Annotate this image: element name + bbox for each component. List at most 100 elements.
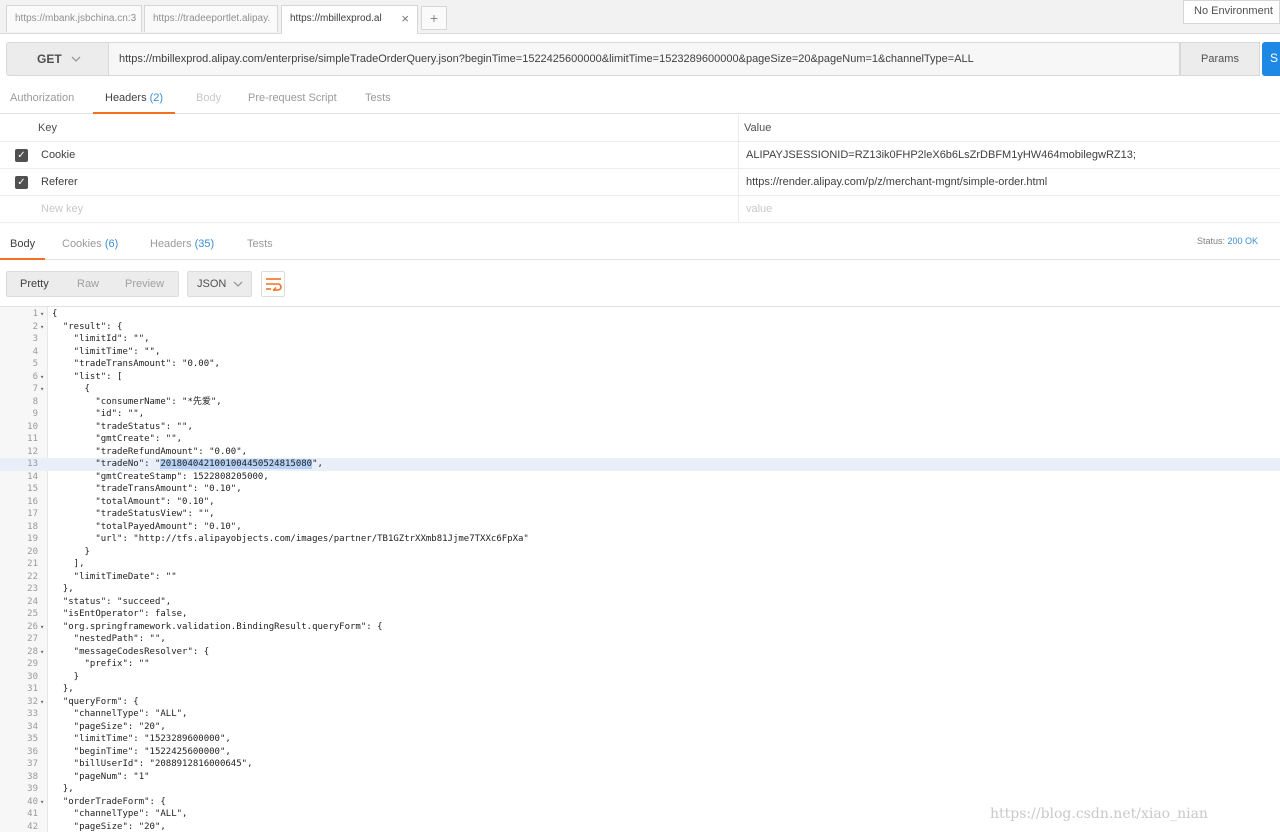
code-text: "org.springframework.validation.BindingR… bbox=[52, 621, 383, 632]
fold-toggle-icon[interactable]: ▾ bbox=[40, 646, 44, 659]
code-text: "nestedPath": "", bbox=[52, 634, 166, 644]
code-text: "prefix": "" bbox=[52, 659, 150, 669]
send-button[interactable]: S bbox=[1262, 42, 1280, 76]
line-number: 22 bbox=[27, 571, 38, 582]
fold-toggle-icon[interactable]: ▾ bbox=[40, 308, 44, 321]
tab-authorization-label: Authorization bbox=[10, 92, 75, 104]
line-number: 9 bbox=[32, 409, 38, 419]
url-input[interactable]: https://mbillexprod.alipay.com/enterpris… bbox=[109, 42, 1180, 76]
tab-pre-request-script-label: Pre-request Script bbox=[248, 92, 337, 104]
code-line: 34 "pageSize": "20", bbox=[0, 721, 1280, 734]
wrap-lines-button[interactable] bbox=[261, 271, 285, 297]
code-text: } bbox=[52, 546, 90, 557]
view-raw-button[interactable]: Raw bbox=[77, 272, 99, 296]
line-number: 37 bbox=[27, 759, 38, 769]
chevron-down-icon bbox=[232, 272, 244, 306]
code-text: "channelType": "ALL", bbox=[52, 709, 188, 719]
fold-toggle-icon[interactable]: ▾ bbox=[40, 621, 44, 634]
tab-cookies[interactable]: Cookies (6) bbox=[62, 232, 118, 260]
line-number: 26 bbox=[27, 621, 38, 632]
fold-toggle-icon[interactable]: ▾ bbox=[40, 383, 44, 396]
tab-response-headers-count: (35) bbox=[194, 238, 215, 250]
fold-toggle-icon[interactable]: ▾ bbox=[40, 796, 44, 809]
code-text: "tradeNo": "2018040421001004450524815080… bbox=[52, 459, 323, 469]
code-text: "tradeTransAmount": "0.10", bbox=[52, 484, 242, 494]
line-number: 30 bbox=[27, 671, 38, 682]
code-text: "consumerName": "*先爱", bbox=[52, 396, 222, 407]
response-tabs: Body Cookies (6) Headers (35) Tests bbox=[0, 232, 1280, 260]
code-text: }, bbox=[52, 784, 74, 794]
line-number: 29 bbox=[27, 659, 38, 669]
environment-select[interactable]: No Environment bbox=[1183, 0, 1280, 24]
code-line: 24 "status": "succeed", bbox=[0, 596, 1280, 609]
status-indicator: Status: 200 OK bbox=[1197, 236, 1258, 246]
code-line: 29 "prefix": "" bbox=[0, 658, 1280, 671]
tab-response-headers[interactable]: Headers (35) bbox=[150, 232, 214, 260]
header-key[interactable]: Cookie bbox=[41, 142, 75, 169]
checkbox-checked-icon[interactable]: ✓ bbox=[15, 176, 28, 189]
request-tab-1[interactable]: https://mbank.jsbchina.cn:3 bbox=[6, 5, 142, 32]
code-text: "pageNum": "1" bbox=[52, 771, 150, 782]
line-number: 35 bbox=[27, 734, 38, 744]
code-line: 5 "tradeTransAmount": "0.00", bbox=[0, 358, 1280, 371]
table-row: ✓ Referer https://render.alipay.com/p/z/… bbox=[0, 169, 1280, 196]
view-pretty-button[interactable]: Pretty bbox=[20, 272, 49, 296]
code-line: 8 "consumerName": "*先爱", bbox=[0, 396, 1280, 409]
line-number: 33 bbox=[27, 709, 38, 719]
line-number: 16 bbox=[27, 496, 38, 507]
code-text: "billUserId": "2088912816000645", bbox=[52, 759, 253, 769]
code-line: 9 "id": "", bbox=[0, 408, 1280, 421]
fold-toggle-icon[interactable]: ▾ bbox=[40, 696, 44, 709]
chevron-down-icon bbox=[70, 43, 82, 89]
code-line: 1 ▾ { bbox=[0, 308, 1280, 321]
status-label: Status: bbox=[1197, 236, 1226, 246]
code-line: 2 ▾ "result": { bbox=[0, 321, 1280, 334]
header-value[interactable]: https://render.alipay.com/p/z/merchant-m… bbox=[746, 169, 1047, 196]
line-number: 41 bbox=[27, 809, 38, 819]
params-button[interactable]: Params bbox=[1180, 42, 1260, 76]
column-divider bbox=[738, 142, 739, 169]
tab-tests[interactable]: Tests bbox=[365, 86, 391, 114]
line-number: 7 bbox=[32, 384, 38, 394]
new-value-input[interactable]: value bbox=[746, 196, 772, 223]
method-select[interactable]: GET bbox=[6, 42, 109, 76]
fold-toggle-icon[interactable]: ▾ bbox=[40, 371, 44, 384]
table-row: ✓ Cookie ALIPAYJSESSIONID=RZ13ik0FHP2leX… bbox=[0, 142, 1280, 169]
format-select[interactable]: JSON bbox=[187, 271, 252, 297]
close-icon[interactable]: × bbox=[401, 6, 409, 31]
header-value[interactable]: ALIPAYJSESSIONID=RZ13ik0FHP2leX6b6LsZrDB… bbox=[746, 142, 1136, 169]
request-tab-3[interactable]: https://mbillexprod.al × bbox=[281, 5, 418, 34]
request-tab-2[interactable]: https://tradeeportlet.alipay. bbox=[144, 5, 278, 32]
line-number: 14 bbox=[27, 471, 38, 482]
tab-response-tests[interactable]: Tests bbox=[247, 232, 273, 260]
code-text: "tradeStatus": "", bbox=[52, 421, 193, 432]
code-text: "status": "succeed", bbox=[52, 596, 172, 607]
tab-authorization[interactable]: Authorization bbox=[10, 86, 74, 114]
line-number: 24 bbox=[27, 596, 38, 607]
fold-toggle-icon[interactable]: ▾ bbox=[40, 321, 44, 334]
headers-table-header: Key Value bbox=[0, 115, 1280, 142]
tab-headers[interactable]: Headers (2) bbox=[93, 86, 176, 114]
code-text: ], bbox=[52, 559, 85, 569]
tab-headers-count: (2) bbox=[149, 92, 164, 104]
view-preview-button[interactable]: Preview bbox=[125, 272, 164, 296]
new-tab-button[interactable]: + bbox=[421, 6, 447, 30]
line-number: 28 bbox=[27, 646, 38, 657]
line-number: 20 bbox=[27, 546, 38, 557]
code-text: "totalAmount": "0.10", bbox=[52, 496, 215, 507]
code-line: 42 "pageSize": "20", bbox=[0, 821, 1280, 832]
code-text: { bbox=[52, 309, 58, 319]
line-number: 8 bbox=[32, 396, 38, 407]
checkbox-checked-icon[interactable]: ✓ bbox=[15, 149, 28, 162]
code-text: "result": { bbox=[52, 321, 123, 332]
tab-pre-request-script[interactable]: Pre-request Script bbox=[248, 86, 337, 114]
tab-body[interactable]: Body bbox=[196, 86, 221, 114]
header-key[interactable]: Referer bbox=[41, 169, 78, 196]
line-number: 31 bbox=[27, 684, 38, 694]
code-text: "queryForm": { bbox=[52, 696, 139, 707]
tab-response-body[interactable]: Body bbox=[0, 232, 46, 260]
response-body-viewer[interactable]: 1 ▾{2 ▾ "result": {3 "limitId": "", 4 "limi… bbox=[0, 306, 1280, 832]
code-text: }, bbox=[52, 584, 74, 594]
code-line: 35 "limitTime": "1523289600000", bbox=[0, 733, 1280, 746]
new-key-input[interactable]: New key bbox=[41, 196, 83, 223]
